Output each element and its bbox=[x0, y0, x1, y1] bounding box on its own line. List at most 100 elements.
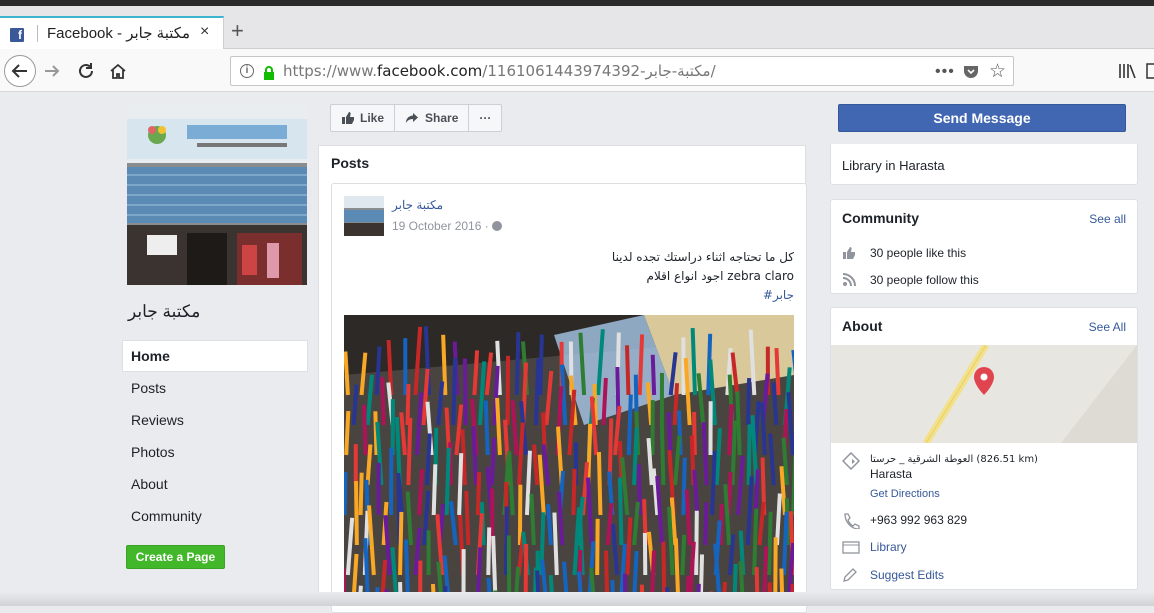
navigation-toolbar: i https://www.facebook.com/مكتبة-جابر-11… bbox=[0, 49, 1154, 92]
bottom-edge bbox=[0, 592, 1154, 606]
likes-row: 30 people like this bbox=[842, 246, 966, 260]
pen-shape bbox=[361, 473, 362, 515]
post-author-avatar[interactable] bbox=[344, 196, 384, 236]
pen-shape bbox=[696, 511, 697, 575]
pen-shape bbox=[669, 412, 670, 455]
community-box: Community See all 30 people like this 30… bbox=[830, 199, 1138, 294]
pen-shape bbox=[474, 350, 477, 395]
page-actions-button[interactable]: ••• bbox=[935, 63, 955, 81]
pocket-icon[interactable] bbox=[963, 65, 979, 79]
pen-shape bbox=[488, 527, 489, 575]
pen-shape bbox=[675, 383, 677, 425]
pen-shape bbox=[653, 355, 654, 395]
sidebar-icon[interactable] bbox=[1146, 63, 1154, 79]
pen-shape bbox=[540, 335, 541, 395]
pen-shape bbox=[629, 395, 631, 455]
pen-shape bbox=[749, 424, 750, 485]
page-name[interactable]: مكتبة جابر bbox=[128, 302, 200, 322]
about-heading: About bbox=[842, 318, 882, 334]
page-category: Library in Harasta bbox=[842, 158, 945, 173]
pen-shape bbox=[754, 509, 756, 575]
pen-shape bbox=[497, 398, 500, 455]
nav-community[interactable]: Community bbox=[122, 500, 308, 532]
url-bar[interactable]: i https://www.facebook.com/مكتبة-جابر-11… bbox=[230, 56, 1014, 86]
pen-shape bbox=[434, 464, 436, 515]
address-row: العوطة الشرقية _ حرستا (826.51 km) Haras… bbox=[842, 452, 1038, 502]
tab-title: Facebook - مكتبة جابر bbox=[47, 24, 190, 42]
pen-shape bbox=[603, 378, 605, 425]
post-text: كل ما تحتاجه اثناء دراستك تجده لدينا اجو… bbox=[612, 248, 794, 305]
category-box: Library in Harasta bbox=[830, 144, 1138, 185]
bookmark-star-icon[interactable]: ☆ bbox=[989, 60, 1006, 83]
share-button[interactable]: Share bbox=[395, 105, 469, 131]
category-link[interactable]: Library bbox=[870, 540, 907, 554]
post-photo[interactable] bbox=[344, 315, 794, 605]
suggest-edits-link[interactable]: Suggest Edits bbox=[870, 568, 944, 582]
page-left-column: مكتبة جابر Home Posts Reviews Photos Abo… bbox=[122, 92, 317, 606]
pen-shape bbox=[377, 346, 380, 395]
browser-tab[interactable]: f Facebook - مكتبة جابر × bbox=[0, 16, 224, 50]
nav-about[interactable]: About bbox=[122, 468, 308, 500]
url-text: https://www.facebook.com/مكتبة-جابر-1161… bbox=[283, 62, 716, 80]
post-line-1: كل ما تحتاجه اثناء دراستك تجده لدينا bbox=[612, 248, 794, 267]
likes-count: 30 people like this bbox=[870, 246, 966, 260]
pen-shape bbox=[459, 453, 461, 515]
pen-shape bbox=[506, 506, 507, 575]
pen-shape bbox=[453, 358, 455, 425]
tab-close-button[interactable]: × bbox=[200, 23, 209, 41]
post-author[interactable]: مكتبة جابر bbox=[392, 198, 443, 212]
more-options-button[interactable]: ··· bbox=[469, 105, 501, 131]
profile-picture[interactable] bbox=[127, 105, 307, 285]
about-see-all[interactable]: See All bbox=[1089, 320, 1126, 334]
pens-photo-image bbox=[344, 315, 794, 605]
suggest-row: Suggest Edits bbox=[842, 568, 944, 582]
forward-icon[interactable] bbox=[42, 61, 62, 81]
back-button[interactable] bbox=[4, 55, 36, 87]
nav-posts[interactable]: Posts bbox=[122, 372, 308, 404]
pen-shape bbox=[492, 438, 494, 485]
pen-shape bbox=[599, 452, 600, 515]
post-line-2: اجود انواع اقلام zebra claro bbox=[612, 267, 794, 286]
send-message-button[interactable]: Send Message bbox=[838, 104, 1126, 132]
pen-shape bbox=[346, 411, 348, 455]
pen-shape bbox=[345, 472, 346, 515]
pen-shape bbox=[588, 424, 590, 485]
nav-reviews[interactable]: Reviews bbox=[122, 404, 308, 436]
pen-shape bbox=[634, 428, 637, 485]
new-tab-button[interactable]: + bbox=[231, 20, 244, 42]
create-page-button[interactable]: Create a Page bbox=[126, 545, 225, 569]
location-map[interactable] bbox=[831, 345, 1137, 443]
pen-shape bbox=[478, 472, 479, 515]
nav-photos[interactable]: Photos bbox=[122, 436, 308, 468]
nav-home[interactable]: Home bbox=[122, 340, 308, 372]
reload-icon[interactable] bbox=[76, 61, 96, 81]
get-directions-link[interactable]: Get Directions bbox=[870, 487, 1038, 502]
pen-shape bbox=[400, 512, 401, 575]
pen-shape bbox=[382, 377, 383, 425]
pen-shape bbox=[662, 421, 664, 485]
back-icon bbox=[5, 56, 35, 86]
post-date[interactable]: 19 October 2016 · bbox=[392, 219, 502, 233]
community-heading: Community bbox=[842, 210, 919, 226]
pen-shape bbox=[776, 348, 778, 395]
rss-follow-icon bbox=[842, 273, 870, 287]
pen-shape bbox=[784, 512, 787, 575]
post-hashtag[interactable]: #جابر bbox=[612, 286, 794, 305]
like-button[interactable]: Like bbox=[331, 105, 395, 131]
pen-shape bbox=[364, 405, 366, 455]
pen-shape bbox=[573, 469, 574, 515]
library-icon[interactable] bbox=[1118, 63, 1136, 79]
phone-number[interactable]: +963 992 963 829 bbox=[870, 513, 967, 527]
pen-shape bbox=[408, 418, 410, 485]
pencil-icon bbox=[842, 568, 870, 582]
community-see-all[interactable]: See all bbox=[1089, 212, 1126, 226]
page-nav: Home Posts Reviews Photos About Communit… bbox=[122, 340, 308, 532]
share-label: Share bbox=[425, 111, 458, 125]
pen-shape bbox=[705, 502, 706, 545]
pen-shape bbox=[640, 334, 642, 395]
post-card: مكتبة جابر 19 October 2016 · كل ما تحتاج… bbox=[331, 183, 807, 613]
info-icon[interactable]: i bbox=[240, 64, 254, 78]
home-icon[interactable] bbox=[108, 61, 128, 81]
lock-icon bbox=[262, 66, 276, 80]
pen-shape bbox=[508, 356, 509, 425]
